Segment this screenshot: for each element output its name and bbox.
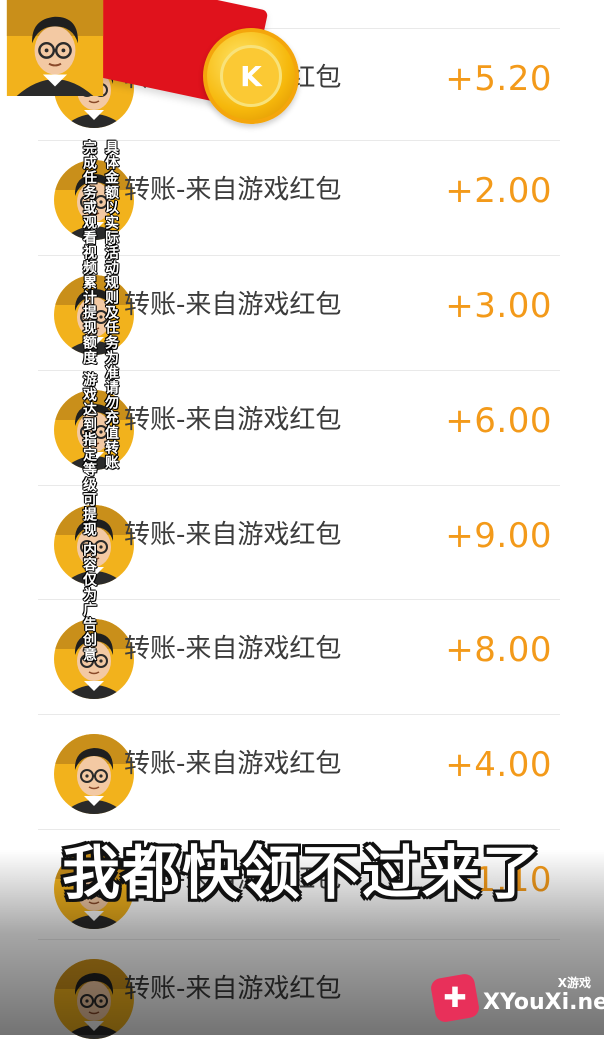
transaction-title: 转账-来自游戏红包	[124, 634, 342, 664]
transaction-amount: +2.00	[445, 171, 552, 211]
avatar	[54, 959, 134, 1039]
transaction-amount: +3.00	[445, 286, 552, 326]
xyouxi-logo-icon: ✚	[429, 972, 481, 1024]
transaction-title: 转账-来自游戏红包	[124, 749, 342, 779]
list-item[interactable]: 转账-来自游戏红包 +4.00	[38, 714, 560, 826]
transaction-title: 转账-来自游戏红包	[124, 974, 342, 1004]
transaction-amount: +4.00	[445, 745, 552, 785]
gold-coin-icon: K	[203, 28, 299, 124]
watermark-site: XYouXi.net	[483, 990, 604, 1015]
coin-label: K	[220, 45, 282, 107]
transaction-title: 转账-来自游戏红包	[124, 520, 342, 550]
list-item[interactable]: 转账-来自游戏红包 +8.00	[38, 599, 560, 711]
disclaimer-text: 内容仅为广告创意	[81, 542, 97, 662]
transaction-title: 转账-来自游戏红包	[124, 405, 342, 435]
disclaimer-text: 具体金额以实际活动规则及任务为准	[103, 140, 119, 380]
avatar	[0, 0, 110, 96]
transaction-amount: +6.00	[445, 401, 552, 441]
transaction-amount: +9.00	[445, 516, 552, 556]
transaction-title: 转账-来自游戏红包	[124, 175, 342, 205]
disclaimer-text: 请勿充值转账	[103, 380, 119, 470]
video-caption: 我都快领不过来了	[61, 839, 542, 907]
disclaimer-text: 完成任务或观看视频累计提现额度	[81, 140, 97, 365]
avatar	[54, 734, 134, 814]
list-item[interactable]: 转账-来自游戏红包 +9.00	[38, 485, 560, 597]
transaction-amount: +5.20	[445, 59, 552, 99]
watermark: ✚ X游戏 XYouXi.net	[429, 968, 604, 1028]
transaction-title: 转账-来自游戏红包	[124, 290, 342, 320]
watermark-tag: X游戏	[557, 976, 591, 990]
transaction-amount: +8.00	[445, 630, 552, 670]
disclaimer-text: 游戏达到指定等级可提现	[81, 372, 97, 537]
